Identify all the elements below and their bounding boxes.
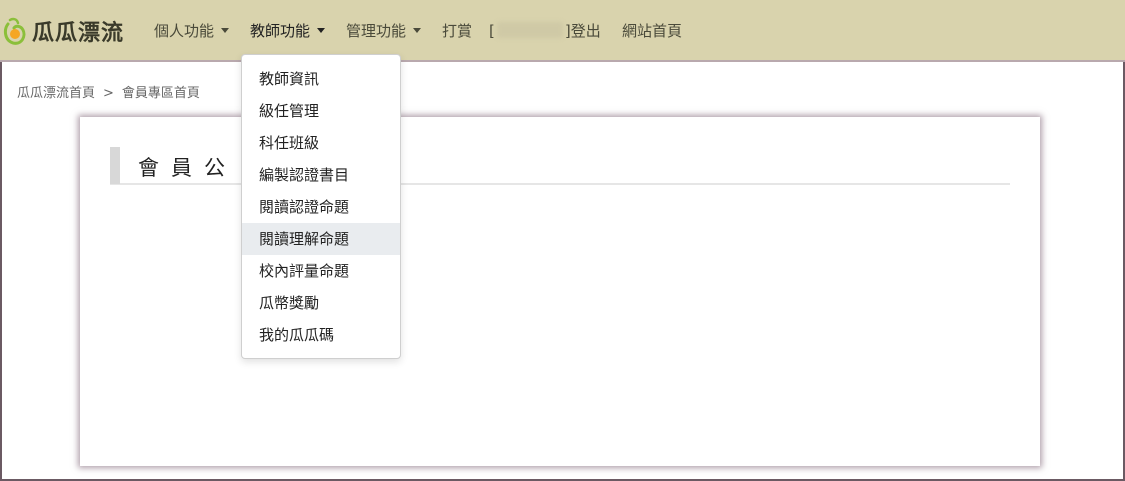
breadcrumb-current[interactable]: 會員專區首頁: [122, 86, 200, 101]
title-accent-bar: [110, 147, 120, 184]
teacher-dropdown-menu: 教師資訊 級任管理 科任班級 編製認證書目 閱讀認證命題 閱讀理解命題 校內評量…: [241, 54, 401, 359]
user-bracket-open: [: [489, 22, 495, 40]
breadcrumb-separator: >: [103, 86, 114, 101]
caret-down-icon: [413, 27, 422, 33]
melon-logo-icon: [3, 17, 26, 45]
breadcrumb-home[interactable]: 瓜瓜漂流首頁: [17, 86, 95, 101]
caret-down-icon: [317, 27, 326, 33]
menu-tip-label: 打賞: [442, 22, 473, 40]
menu-personal[interactable]: 個人功能: [154, 0, 230, 62]
menu-admin-label: 管理功能: [346, 22, 407, 40]
menu-admin[interactable]: 管理功能: [346, 0, 422, 62]
logout-label: 登出: [570, 22, 601, 40]
top-navbar: 瓜瓜漂流 個人功能 教師功能 管理功能 打賞 []登出 網站首頁: [0, 0, 1125, 62]
menu-teacher[interactable]: 教師功能: [250, 0, 326, 62]
menu-teacher-label: 教師功能: [250, 22, 311, 40]
dropdown-item-booklist[interactable]: 編製認證書目: [242, 159, 400, 191]
logo-text: 瓜瓜漂流: [32, 21, 125, 46]
card-title: 會員公: [138, 156, 237, 180]
menu-tip[interactable]: 打賞: [442, 0, 472, 62]
dropdown-item-coin-reward[interactable]: 瓜幣獎勵: [242, 287, 400, 319]
logout-link[interactable]: []登出: [489, 0, 601, 62]
site-home-label: 網站首頁: [622, 22, 683, 40]
dropdown-item-school-assessment[interactable]: 校內評量命題: [242, 255, 400, 287]
caret-down-icon: [221, 27, 230, 33]
breadcrumb: 瓜瓜漂流首頁 > 會員專區首頁: [17, 82, 200, 101]
dropdown-item-homeroom[interactable]: 級任管理: [242, 95, 400, 127]
dropdown-item-my-code[interactable]: 我的瓜瓜碼: [242, 319, 400, 351]
username-redacted: [496, 22, 563, 38]
dropdown-item-reading-cert[interactable]: 閱讀認證命題: [242, 191, 400, 223]
site-logo[interactable]: 瓜瓜漂流: [2, 14, 124, 48]
site-home-link[interactable]: 網站首頁: [622, 0, 682, 62]
dropdown-item-reading-comprehension[interactable]: 閱讀理解命題: [242, 223, 400, 255]
dropdown-item-subject-class[interactable]: 科任班級: [242, 127, 400, 159]
menu-personal-label: 個人功能: [154, 22, 215, 40]
dropdown-item-teacher-info[interactable]: 教師資訊: [242, 63, 400, 95]
content-card: 會員公: [80, 117, 1040, 466]
